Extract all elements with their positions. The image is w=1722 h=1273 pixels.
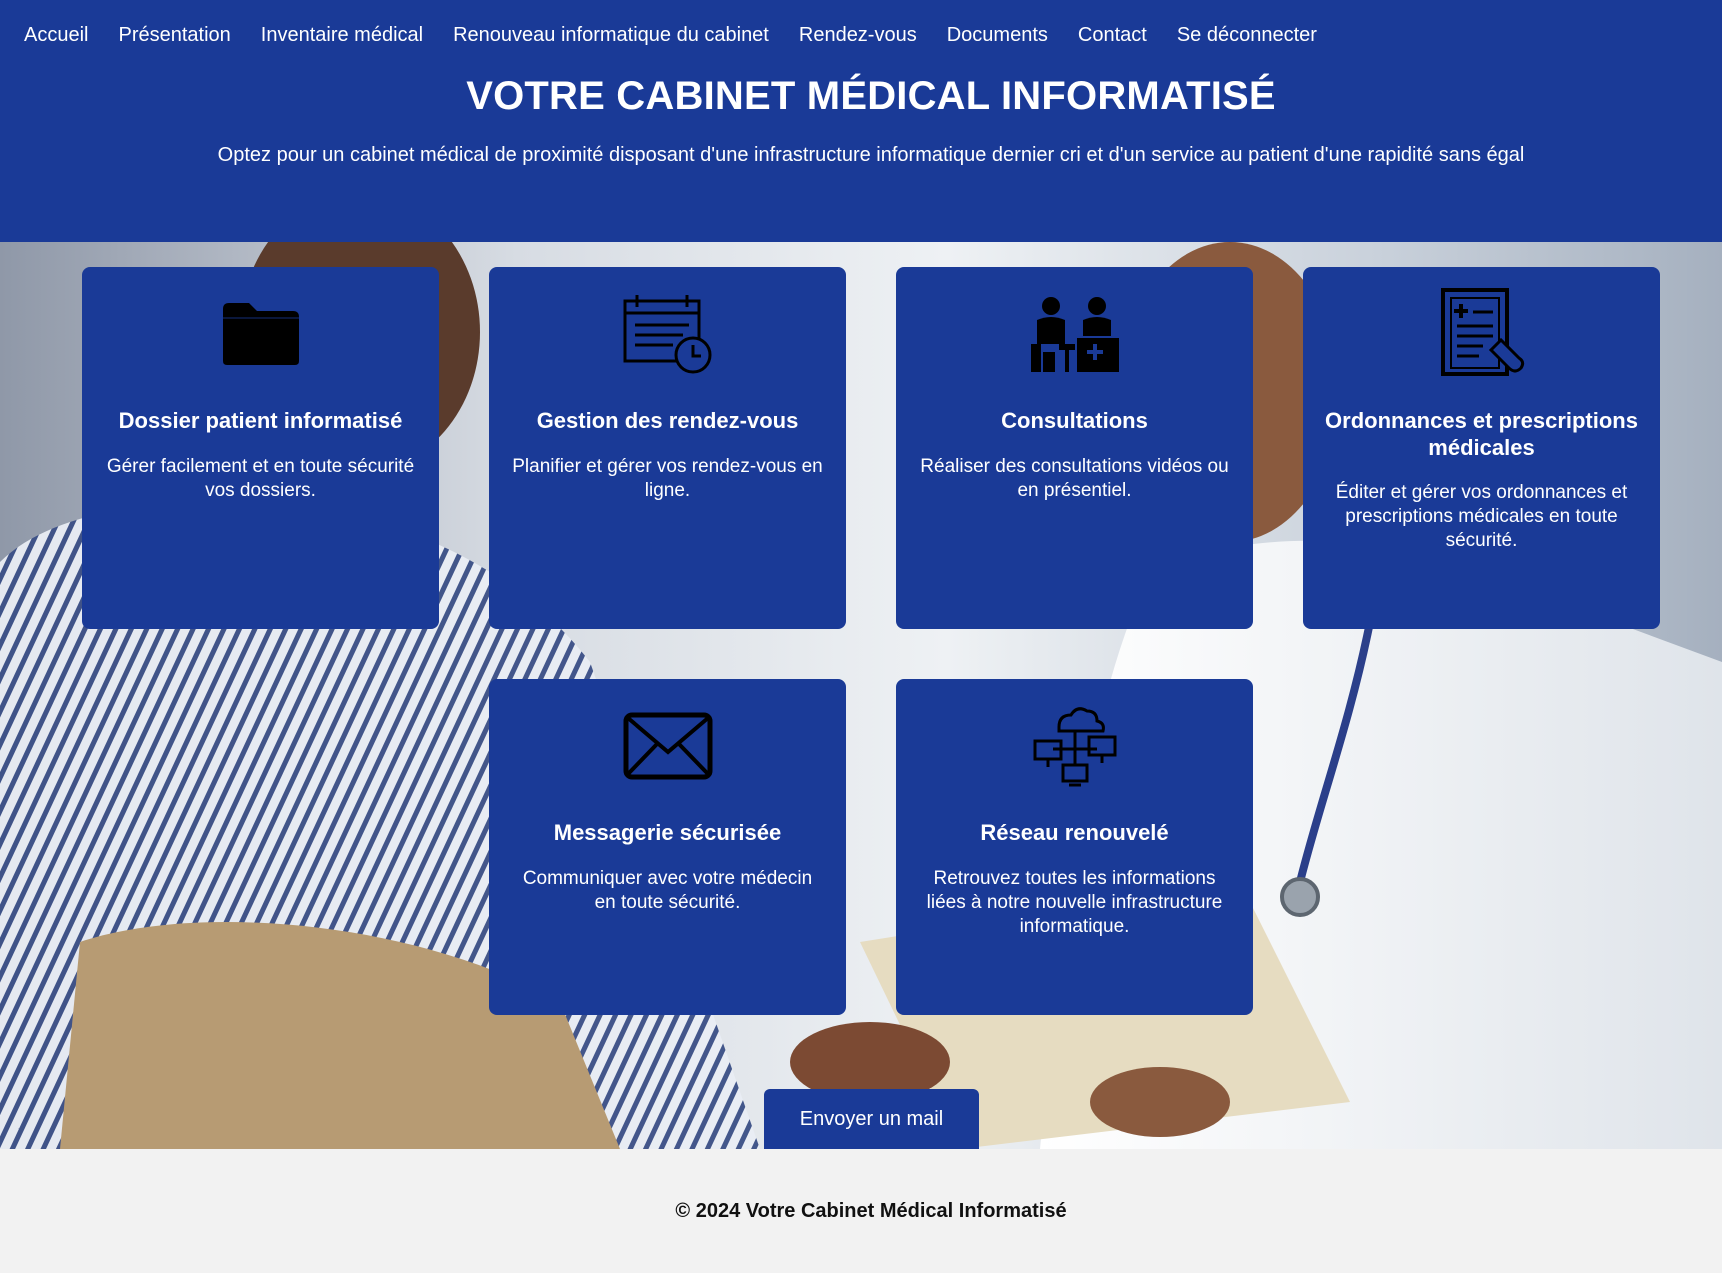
envelope-icon	[489, 701, 846, 791]
card-text: Réaliser des consultations vidéos ou en …	[920, 456, 1229, 501]
card-title: Réseau renouvelé	[980, 820, 1169, 845]
prescription-icon	[1303, 287, 1660, 377]
card-title: Consultations	[1001, 408, 1148, 433]
card-title: Messagerie sécurisée	[553, 820, 782, 845]
card-consultations[interactable]: Consultations Réaliser des consultations…	[896, 267, 1253, 629]
cloud-network-icon	[896, 701, 1253, 791]
site-header: Accueil Présentation Inventaire médical …	[0, 0, 1722, 242]
card-title: Dossier patient informatisé	[118, 408, 403, 433]
card-reseau[interactable]: Réseau renouvelé Retrouvez toutes les in…	[896, 679, 1253, 1015]
card-text: Planifier et gérer vos rendez-vous en li…	[512, 456, 823, 501]
footer-copyright: © 2024 Votre Cabinet Médical Informatisé	[675, 1200, 1067, 1222]
site-footer: © 2024 Votre Cabinet Médical Informatisé	[0, 1149, 1722, 1273]
card-gestion-rendez-vous[interactable]: Gestion des rendez-vous Planifier et gér…	[489, 267, 846, 629]
send-mail-button[interactable]: Envoyer un mail	[764, 1089, 979, 1149]
page-subtitle: Optez pour un cabinet médical de proximi…	[217, 144, 1525, 166]
nav-documents[interactable]: Documents	[947, 24, 1048, 47]
nav-rendez-vous[interactable]: Rendez-vous	[799, 24, 917, 47]
nav-presentation[interactable]: Présentation	[118, 24, 230, 47]
nav-contact[interactable]: Contact	[1078, 24, 1147, 47]
folder-icon	[82, 289, 439, 379]
consultation-icon	[896, 289, 1253, 379]
card-title: Gestion des rendez-vous	[536, 408, 799, 433]
main-nav: Accueil Présentation Inventaire médical …	[24, 24, 1347, 47]
hero-section: Dossier patient informatisé Gérer facile…	[0, 242, 1722, 1149]
card-title: Ordonnances et prescriptions médicales	[1325, 408, 1638, 460]
nav-accueil[interactable]: Accueil	[24, 24, 88, 47]
card-messagerie[interactable]: Messagerie sécurisée Communiquer avec vo…	[489, 679, 846, 1015]
page-title: VOTRE CABINET MÉDICAL INFORMATISÉ	[466, 74, 1276, 118]
card-ordonnances[interactable]: Ordonnances et prescriptions médicales É…	[1303, 267, 1660, 629]
calendar-clock-icon	[489, 289, 846, 379]
card-text: Gérer facilement et en toute sécurité vo…	[106, 456, 415, 501]
card-text: Retrouvez toutes les informations liées …	[926, 868, 1223, 937]
card-dossier-patient[interactable]: Dossier patient informatisé Gérer facile…	[82, 267, 439, 629]
nav-logout[interactable]: Se déconnecter	[1177, 24, 1317, 47]
card-text: Éditer et gérer vos ordonnances et presc…	[1335, 482, 1628, 551]
nav-inventaire-medical[interactable]: Inventaire médical	[261, 24, 423, 47]
card-text: Communiquer avec votre médecin en toute …	[522, 868, 813, 913]
nav-renouveau-informatique[interactable]: Renouveau informatique du cabinet	[453, 24, 769, 47]
